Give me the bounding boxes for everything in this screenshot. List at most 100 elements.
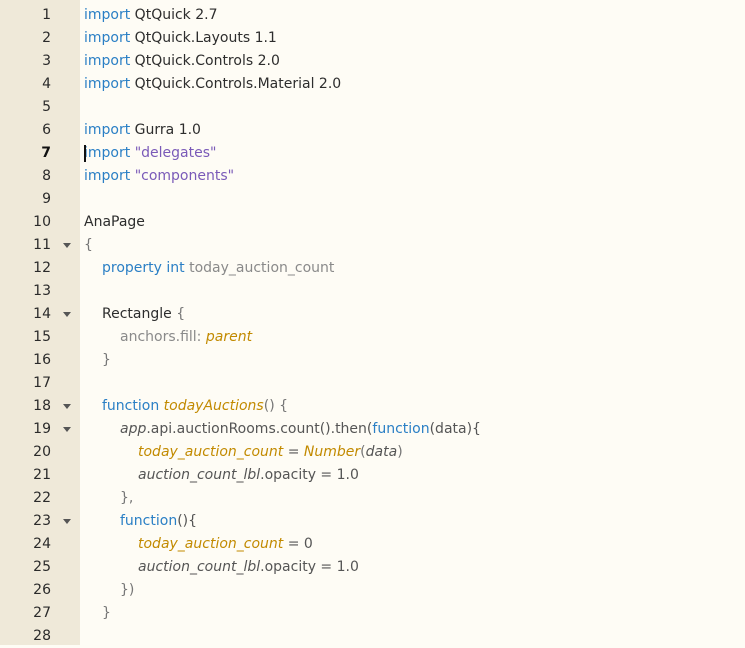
- line-number: 1: [42, 7, 51, 23]
- code-line[interactable]: import QtQuick.Controls.Material 2.0: [84, 73, 745, 96]
- fold-arrow-icon[interactable]: [63, 519, 71, 524]
- code-token: today_auction_count: [138, 536, 284, 552]
- line-number: 12: [33, 260, 51, 276]
- line-number: 4: [42, 76, 51, 92]
- code-line[interactable]: import Gurra 1.0: [84, 119, 745, 142]
- code-token: =: [283, 444, 304, 460]
- code-token: ): [397, 444, 403, 460]
- line-number: 7: [41, 145, 51, 161]
- gutter-line: 7: [0, 142, 80, 165]
- code-line[interactable]: import "components": [84, 165, 745, 188]
- gutter-line: 18: [0, 395, 80, 418]
- code-line[interactable]: property int today_auction_count: [84, 257, 745, 280]
- gutter-line: 23: [0, 510, 80, 533]
- code-token: todayAuctions: [163, 398, 264, 414]
- gutter-line: 9: [0, 188, 80, 211]
- code-line[interactable]: Rectangle {: [84, 303, 745, 326]
- gutter-line: 22: [0, 487, 80, 510]
- code-line[interactable]: import QtQuick.Layouts 1.1: [84, 27, 745, 50]
- code-line[interactable]: function(){: [84, 510, 745, 533]
- fold-arrow-icon[interactable]: [63, 243, 71, 248]
- gutter-line: 25: [0, 556, 80, 579]
- fold-arrow-icon[interactable]: [63, 427, 71, 432]
- gutter-line: 6: [0, 119, 80, 142]
- line-number: 17: [33, 375, 51, 391]
- line-number: 16: [33, 352, 51, 368]
- code-line[interactable]: AnaPage: [84, 211, 745, 234]
- line-number: 27: [33, 605, 51, 621]
- gutter-line: 10: [0, 211, 80, 234]
- code-token: = 0: [283, 536, 313, 552]
- gutter-line: 4: [0, 73, 80, 96]
- line-number: 10: [33, 214, 51, 230]
- gutter-line: 14: [0, 303, 80, 326]
- code-token: import: [84, 122, 131, 138]
- line-number: 3: [42, 53, 51, 69]
- code-line[interactable]: today_auction_count = 0: [84, 533, 745, 556]
- code-line[interactable]: }): [84, 579, 745, 602]
- code-line[interactable]: [84, 372, 745, 395]
- code-token: }): [120, 582, 135, 598]
- code-line[interactable]: app.api.auctionRooms.count().then(functi…: [84, 418, 745, 441]
- code-line[interactable]: }: [84, 602, 745, 625]
- code-line[interactable]: import "delegates": [84, 142, 745, 165]
- code-line[interactable]: auction_count_lbl.opacity = 1.0: [84, 556, 745, 579]
- gutter-line: 2: [0, 27, 80, 50]
- code-editor[interactable]: 1 2 3 4 5 6 7 8 9 10 11 12 13 14 15 16 17 18 19 20 21 22 23 24 2…: [0, 0, 745, 645]
- line-number: 2: [42, 30, 51, 46]
- code-token: auction_count_lbl: [138, 559, 261, 575]
- code-token: function: [372, 421, 430, 437]
- code-line[interactable]: auction_count_lbl.opacity = 1.0: [84, 464, 745, 487]
- line-number: 5: [42, 99, 51, 115]
- fold-arrow-icon[interactable]: [63, 312, 71, 317]
- code-line[interactable]: today_auction_count = Number(data): [84, 441, 745, 464]
- gutter-line: 27: [0, 602, 80, 625]
- line-number: 18: [33, 398, 51, 414]
- code-line[interactable]: anchors.fill: parent: [84, 326, 745, 349]
- code-token: import: [84, 145, 131, 161]
- gutter-line: 19: [0, 418, 80, 441]
- code-token: int: [166, 260, 185, 276]
- code-token: today_auction_count: [138, 444, 284, 460]
- line-number-gutter[interactable]: 1 2 3 4 5 6 7 8 9 10 11 12 13 14 15 16 17 18 19 20 21 22 23 24 2…: [0, 0, 80, 645]
- code-line[interactable]: }: [84, 349, 745, 372]
- code-line[interactable]: {: [84, 234, 745, 257]
- code-token: .opacity = 1.0: [260, 559, 359, 575]
- code-token: import: [84, 53, 131, 69]
- code-token: anchors.fill:: [120, 329, 202, 345]
- line-number: 23: [33, 513, 51, 529]
- line-number: 11: [33, 237, 51, 253]
- gutter-line: 24: [0, 533, 80, 556]
- line-number: 26: [33, 582, 51, 598]
- code-token: .api.auctionRooms.count().then(: [146, 421, 373, 437]
- code-area[interactable]: import QtQuick 2.7 import QtQuick.Layouts…: [80, 0, 745, 645]
- code-line[interactable]: import QtQuick 2.7: [84, 4, 745, 27]
- code-token: import: [84, 7, 131, 23]
- fold-arrow-icon[interactable]: [63, 404, 71, 409]
- gutter-line: 11: [0, 234, 80, 257]
- code-token: AnaPage: [84, 214, 145, 230]
- text-cursor: [84, 145, 86, 162]
- code-line[interactable]: import QtQuick.Controls 2.0: [84, 50, 745, 73]
- code-token: QtQuick.Controls.Material 2.0: [130, 76, 342, 92]
- line-number: 22: [33, 490, 51, 506]
- line-number: 14: [33, 306, 51, 322]
- gutter-line: 21: [0, 464, 80, 487]
- line-number: 15: [33, 329, 51, 345]
- code-line[interactable]: [84, 280, 745, 303]
- code-token: {: [84, 237, 93, 253]
- code-line[interactable]: function todayAuctions() {: [84, 395, 745, 418]
- gutter-line: 3: [0, 50, 80, 73]
- gutter-line: 26: [0, 579, 80, 602]
- code-token: parent: [205, 329, 253, 345]
- code-token: Gurra 1.0: [130, 122, 201, 138]
- code-token: "components": [134, 168, 235, 184]
- code-token: (){: [177, 513, 198, 529]
- code-token: auction_count_lbl: [138, 467, 261, 483]
- code-token: }: [102, 352, 111, 368]
- code-token: property: [102, 260, 162, 276]
- code-line[interactable]: },: [84, 487, 745, 510]
- code-line[interactable]: [84, 188, 745, 211]
- line-number: 21: [33, 467, 51, 483]
- code-line[interactable]: [84, 96, 745, 119]
